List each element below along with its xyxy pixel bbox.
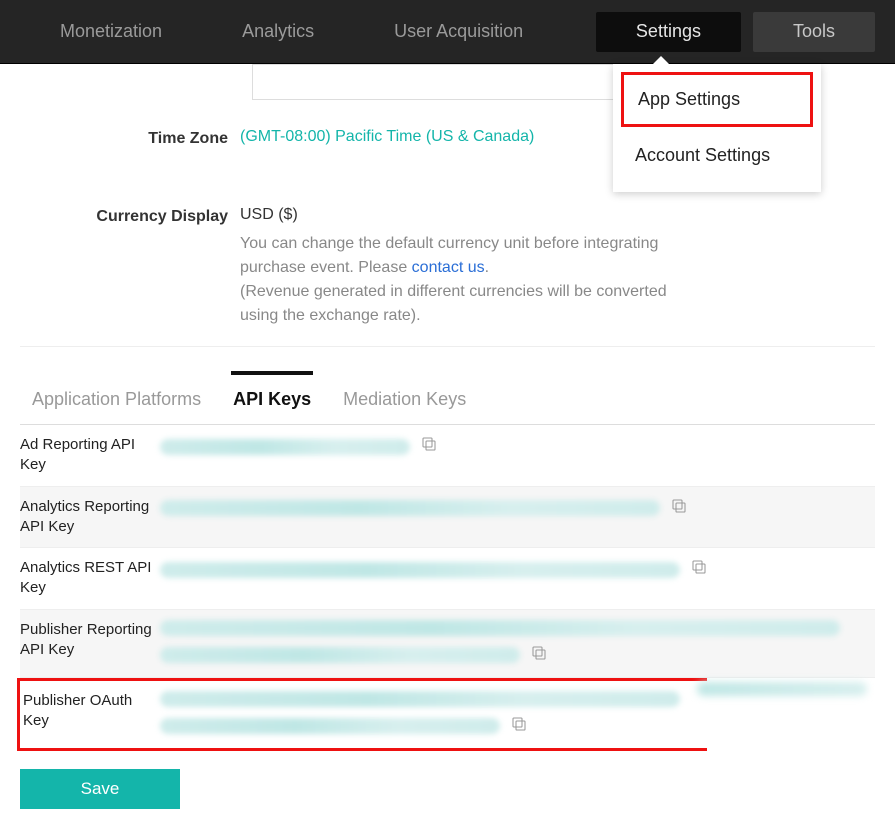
settings-dropdown: App Settings Account Settings (613, 64, 821, 192)
contact-us-link[interactable]: contact us (412, 259, 485, 276)
top-input-box[interactable] (252, 64, 630, 100)
copy-icon[interactable] (670, 497, 688, 520)
label-ad-reporting: Ad Reporting API Key (20, 435, 160, 476)
currency-help-text-1b: . (485, 259, 489, 276)
tabs: Application Platforms API Keys Mediation… (20, 375, 875, 425)
value-analytics-rest-redacted (160, 562, 680, 578)
top-nav: Monetization Analytics User Acquisition … (0, 0, 895, 64)
value-publisher-reporting-redacted-1 (160, 620, 840, 636)
api-keys-list: Ad Reporting API Key Analytics Reporting… (20, 425, 875, 751)
timezone-value[interactable]: (GMT-08:00) Pacific Time (US & Canada) (240, 128, 534, 145)
value-ad-reporting-redacted (160, 439, 410, 455)
label-currency: Currency Display (20, 206, 240, 328)
nav-tools[interactable]: Tools (753, 12, 875, 52)
copy-icon[interactable] (690, 558, 708, 581)
currency-value: USD ($) (240, 206, 875, 224)
nav-analytics[interactable]: Analytics (202, 12, 354, 52)
currency-help-text-2: (Revenue generated in different currenci… (240, 283, 667, 324)
row-ad-reporting-api-key: Ad Reporting API Key (20, 425, 875, 487)
label-analytics-reporting: Analytics Reporting API Key (20, 497, 160, 538)
dropdown-app-settings[interactable]: App Settings (621, 72, 813, 127)
label-publisher-oauth: Publisher OAuth Key (20, 691, 160, 732)
copy-icon[interactable] (530, 644, 548, 667)
row-publisher-oauth-key: Publisher OAuth Key (17, 678, 707, 751)
row-currency: Currency Display USD ($) You can change … (20, 166, 875, 347)
nav-monetization[interactable]: Monetization (20, 12, 202, 52)
save-button[interactable]: Save (20, 769, 180, 809)
tab-application-platforms[interactable]: Application Platforms (30, 375, 203, 424)
nav-user-acquisition[interactable]: User Acquisition (354, 12, 563, 52)
label-publisher-reporting: Publisher Reporting API Key (20, 620, 160, 661)
value-publisher-reporting-redacted-2 (160, 647, 520, 663)
label-timezone: Time Zone (20, 128, 240, 148)
currency-help: You can change the default currency unit… (240, 232, 680, 328)
row-analytics-rest-api-key: Analytics REST API Key (20, 548, 875, 610)
value-publisher-oauth-redacted-2 (160, 718, 500, 734)
copy-icon[interactable] (510, 715, 528, 738)
oauth-overflow-redacted (697, 682, 867, 696)
nav-settings[interactable]: Settings (596, 12, 741, 52)
tab-mediation-keys[interactable]: Mediation Keys (341, 375, 468, 424)
dropdown-account-settings[interactable]: Account Settings (613, 127, 821, 184)
row-analytics-reporting-api-key: Analytics Reporting API Key (20, 487, 875, 549)
value-publisher-oauth-redacted-1 (160, 691, 680, 707)
copy-icon[interactable] (420, 435, 438, 458)
value-analytics-reporting-redacted (160, 500, 660, 516)
tab-api-keys[interactable]: API Keys (231, 371, 313, 424)
row-publisher-reporting-api-key: Publisher Reporting API Key (20, 610, 875, 678)
label-analytics-rest: Analytics REST API Key (20, 558, 160, 599)
